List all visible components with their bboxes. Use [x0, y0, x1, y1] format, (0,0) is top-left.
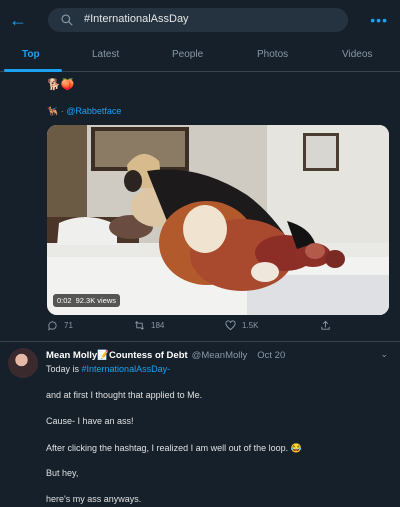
tweet-line-3: Cause- I have an ass! — [46, 416, 134, 426]
search-tabs: Top Latest People Photos Videos — [0, 40, 400, 72]
more-options-icon[interactable]: ••• — [370, 12, 388, 28]
tab-videos[interactable]: Videos — [342, 49, 372, 60]
heart-icon — [225, 320, 236, 331]
tweet-line-4: After clicking the hashtag, I realized I… — [46, 443, 302, 453]
tweet-line-1-suffix: - — [167, 364, 171, 374]
tweet-line-5: But hey, — [46, 468, 79, 478]
tab-top[interactable]: Top — [22, 49, 40, 60]
emoji-line: 🐕🍑 — [47, 79, 75, 91]
top-bar: ← #InternationalAssDay ••• — [0, 0, 400, 40]
tab-people[interactable]: People — [172, 49, 203, 60]
share-action[interactable] — [320, 320, 331, 331]
active-tab-indicator — [4, 69, 62, 72]
search-query: #InternationalAssDay — [84, 13, 189, 25]
tweet-line-1: Today is #InternationalAssDay- — [46, 364, 170, 374]
tweet-date[interactable]: Oct 20 — [257, 350, 285, 361]
like-count: 1.5K — [242, 321, 259, 330]
tweet-line-6: here's my ass anyways. — [46, 494, 142, 504]
reply-icon — [48, 321, 57, 331]
back-arrow-icon[interactable]: ← — [8, 10, 28, 30]
video-player[interactable]: 0:02 92.3K views — [47, 125, 389, 315]
search-input[interactable]: #InternationalAssDay — [48, 8, 348, 32]
avatar[interactable] — [8, 348, 38, 378]
tab-latest[interactable]: Latest — [92, 49, 119, 60]
tab-photos[interactable]: Photos — [257, 49, 288, 60]
tweet-header: Mean Molly📝Countess of Debt @MeanMolly Oct… — [46, 350, 285, 361]
user-handle[interactable]: @MeanMolly — [192, 350, 248, 361]
search-icon — [61, 14, 73, 26]
video-time: 0:02 — [57, 296, 72, 305]
retweet-action[interactable]: 184 — [134, 320, 164, 331]
tweet-divider — [0, 341, 400, 342]
tweet-line-2: and at first I thought that applied to M… — [46, 390, 203, 400]
retweet-count: 184 — [151, 321, 165, 330]
chevron-down-icon[interactable]: ⌄ — [380, 349, 388, 360]
tweet-actions: 71 184 1.5K — [47, 320, 347, 336]
context-prefix: 🐕‍🦺 · — [47, 106, 67, 116]
hashtag-link[interactable]: #InternationalAssDay — [82, 364, 168, 374]
reply-action[interactable]: 71 — [47, 320, 73, 331]
like-action[interactable]: 1.5K — [225, 320, 258, 331]
retweet-icon — [135, 321, 144, 330]
reply-count: 71 — [64, 321, 73, 330]
share-icon — [321, 320, 330, 330]
retweet-context[interactable]: 🐕‍🦺 · @Rabbetface — [47, 106, 121, 117]
video-views: 92.3K views — [75, 296, 117, 305]
display-name[interactable]: Mean Molly📝Countess of Debt — [46, 350, 188, 361]
video-stats: 0:02 92.3K views — [53, 294, 121, 307]
context-handle[interactable]: @Rabbetface — [66, 106, 121, 116]
video-frame — [47, 125, 389, 315]
tweet-line-1-prefix: Today is — [46, 364, 82, 374]
